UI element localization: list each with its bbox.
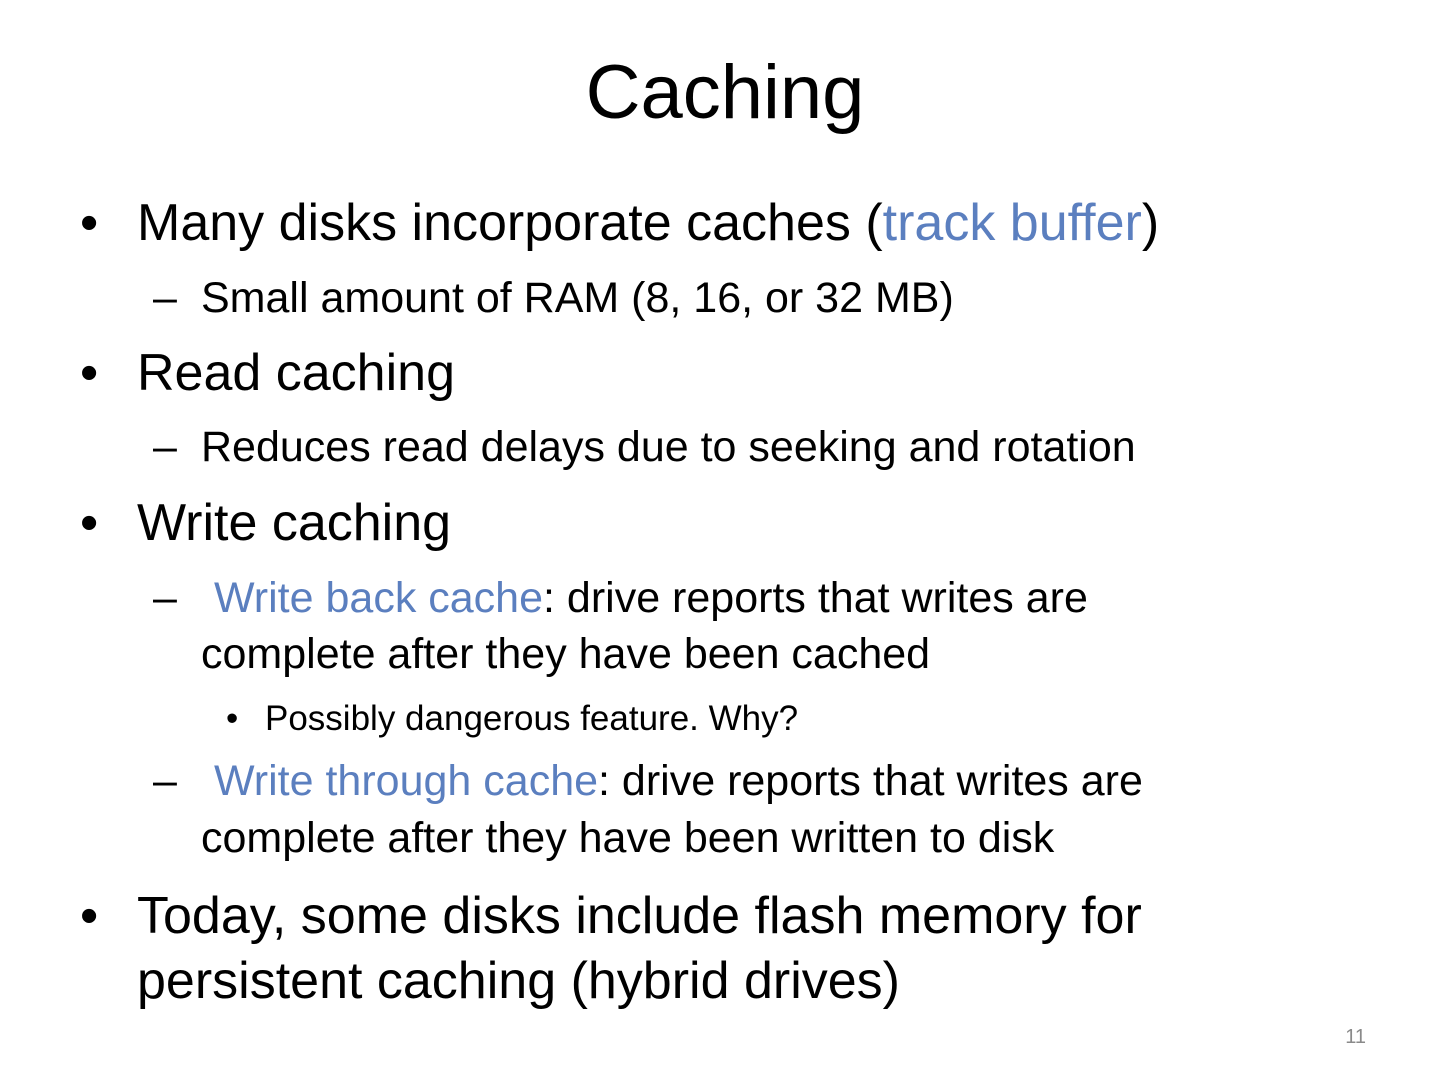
write-through-line-2: complete after they have been written to…: [201, 814, 1055, 862]
bullet-2-text: Read caching: [137, 344, 455, 402]
write-through-rest: : drive reports that writes are: [598, 757, 1143, 805]
write-through-highlight: Write through cache: [214, 757, 599, 805]
bullet-3-text: Write caching: [137, 494, 452, 552]
bullet-2-sub-text: Reduces read delays due to seeking and r…: [201, 423, 1136, 471]
bullet-4-line-1: Today, some disks include flash memory f…: [137, 887, 1142, 945]
write-through-line-1: Write through cache: drive reports that …: [214, 753, 1143, 809]
write-back-rest: : drive reports that writes are: [543, 574, 1088, 622]
write-back-line-2: complete after they have been cached: [201, 630, 931, 678]
bullet-marker: •: [80, 494, 99, 552]
bullet-1-sub-text: Small amount of RAM (8, 16, or 32 MB): [201, 274, 954, 322]
page-number: 11: [1345, 1026, 1366, 1048]
dash-marker: –: [153, 574, 177, 622]
dash-marker: –: [153, 423, 177, 471]
bullet-marker: •: [80, 194, 99, 252]
bullet-1-text-after: ): [1141, 194, 1160, 252]
slide-title: Caching: [585, 50, 865, 135]
dash-marker: –: [153, 757, 177, 805]
bullet-marker: •: [80, 344, 99, 402]
slide: Caching • Many disks incorporate caches …: [0, 0, 1450, 1082]
bullet-1-highlight: track buffer: [882, 194, 1142, 252]
sub-bullet-marker: •: [226, 699, 239, 738]
dash-marker: –: [153, 274, 177, 322]
write-back-highlight: Write back cache: [214, 574, 544, 622]
write-back-line-1: Write back cache: drive reports that wri…: [214, 570, 1088, 626]
bullet-4-line-2: persistent caching (hybrid drives): [137, 952, 900, 1010]
bullet-1-text: Many disks incorporate caches (track buf…: [137, 192, 1159, 254]
write-back-sub-text: Possibly dangerous feature. Why?: [265, 699, 799, 738]
bullet-marker: •: [80, 887, 99, 945]
bullet-1-text-before: Many disks incorporate caches (: [137, 194, 883, 252]
